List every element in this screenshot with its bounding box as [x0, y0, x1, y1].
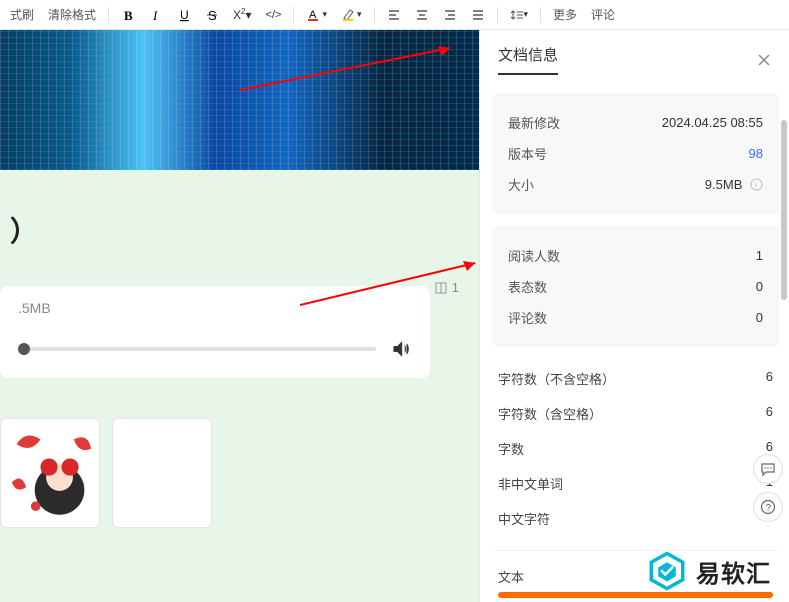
audio-size: .5MB: [18, 300, 412, 316]
stat-row: 字数6: [494, 431, 777, 466]
underline-button[interactable]: U: [171, 3, 197, 27]
row-comments: 评论数 0: [508, 302, 763, 333]
align-justify-button[interactable]: [465, 3, 491, 27]
thumbnail[interactable]: [0, 418, 100, 528]
label: 版本号: [508, 144, 547, 163]
separator: [108, 7, 109, 23]
svg-text:U: U: [180, 8, 189, 22]
thumbnail-row: [0, 418, 479, 528]
label: 大小: [508, 175, 534, 194]
doc-count: 1: [434, 280, 459, 295]
help-icon: ?: [760, 499, 776, 515]
value: 6: [766, 404, 773, 423]
label: 字数: [498, 439, 524, 458]
logo-icon: [646, 550, 688, 592]
label: 表态数: [508, 277, 547, 296]
label: 阅读人数: [508, 246, 560, 265]
close-button[interactable]: [757, 53, 771, 67]
strikethrough-button[interactable]: S: [199, 3, 225, 27]
text-progress-bar: [498, 592, 773, 598]
row-reactions: 表态数 0: [508, 271, 763, 302]
align-left-button[interactable]: [381, 3, 407, 27]
info-scroll[interactable]: 最新修改 2024.04.25 08:55 版本号 98 大小 9.5MB i: [480, 87, 789, 602]
comment-button[interactable]: 评论: [585, 3, 621, 27]
svg-text:i: i: [755, 179, 757, 189]
align-right-button[interactable]: [437, 3, 463, 27]
version-link[interactable]: 98: [749, 146, 763, 161]
thumbnail[interactable]: [112, 418, 212, 528]
svg-text:B: B: [124, 8, 133, 22]
doc-count-value: 1: [452, 280, 459, 295]
svg-text:I: I: [152, 8, 158, 22]
separator: [540, 7, 541, 23]
row-last-modified: 最新修改 2024.04.25 08:55: [508, 107, 763, 138]
align-center-button[interactable]: [409, 3, 435, 27]
label: 中文字符: [498, 509, 550, 528]
stat-row: 中文字符5: [494, 501, 777, 536]
main-area: ） 1 .5MB: [0, 30, 789, 602]
stat-row: 字符数（含空格） 6: [494, 396, 777, 431]
audio-player[interactable]: [18, 338, 412, 360]
char-stats: 字符数（不含空格） 6 字符数（含空格） 6 字数6 非中文单词1 中文字符5: [492, 359, 779, 546]
illustration-icon: [7, 425, 93, 521]
chat-icon: [760, 461, 776, 477]
scrollbar[interactable]: [781, 120, 787, 300]
info-block-engagement: 阅读人数 1 表态数 0 评论数 0: [492, 226, 779, 347]
close-icon: [757, 53, 771, 67]
stat-row: 非中文单词1: [494, 466, 777, 501]
text-color-button[interactable]: A▾: [300, 3, 333, 27]
italic-button[interactable]: I: [143, 3, 169, 27]
separator: [497, 7, 498, 23]
editor-area: ） 1 .5MB: [0, 30, 479, 602]
info-panel-title: 文档信息: [498, 44, 558, 75]
value: 1: [756, 248, 763, 263]
row-size: 大小 9.5MB i: [508, 169, 763, 200]
value: 2024.04.25 08:55: [662, 115, 763, 130]
value: 9.5MB i: [705, 177, 763, 192]
audio-card: .5MB: [0, 286, 430, 378]
row-version: 版本号 98: [508, 138, 763, 169]
document-title[interactable]: ）: [0, 170, 479, 250]
separator: [374, 7, 375, 23]
chat-button[interactable]: [753, 454, 783, 484]
hero-image: [0, 30, 479, 170]
highlight-button[interactable]: ▾: [335, 3, 368, 27]
label: 字符数（不含空格）: [498, 369, 615, 388]
stat-row: 字符数（不含空格） 6: [494, 361, 777, 396]
volume-icon[interactable]: [390, 338, 412, 360]
value: 6: [766, 369, 773, 388]
help-button[interactable]: ?: [753, 492, 783, 522]
audio-track[interactable]: [18, 347, 376, 351]
watermark-text: 易软汇: [696, 554, 771, 589]
book-icon: [434, 281, 448, 295]
row-readers: 阅读人数 1: [508, 240, 763, 271]
float-buttons: ?: [753, 454, 783, 522]
code-button[interactable]: </>: [260, 3, 288, 27]
separator: [293, 7, 294, 23]
label: 非中文单词: [498, 474, 563, 493]
line-spacing-button[interactable]: ▾: [504, 3, 535, 27]
svg-text:?: ?: [766, 503, 772, 514]
clear-format-button[interactable]: 清除格式: [42, 3, 102, 27]
label: 评论数: [508, 308, 547, 327]
info-panel: 文档信息 最新修改 2024.04.25 08:55 版本号 98 大小 9.5…: [479, 30, 789, 602]
superscript-button[interactable]: X2▾: [227, 3, 258, 27]
info-header: 文档信息: [480, 44, 789, 87]
toolbar: 式刷 清除格式 B I U S X2▾ </> A▾ ▾ ▾ 更多 评论: [0, 0, 789, 30]
info-icon[interactable]: i: [750, 178, 763, 191]
watermark: 易软汇: [646, 550, 771, 592]
bold-button[interactable]: B: [115, 3, 141, 27]
label: 最新修改: [508, 113, 560, 132]
value: 0: [756, 279, 763, 294]
value: 0: [756, 310, 763, 325]
format-brush-button[interactable]: 式刷: [4, 3, 40, 27]
size-value: 9.5MB: [705, 177, 743, 192]
label: 字符数（含空格）: [498, 404, 602, 423]
more-button[interactable]: 更多: [547, 3, 583, 27]
info-block-meta: 最新修改 2024.04.25 08:55 版本号 98 大小 9.5MB i: [492, 93, 779, 214]
